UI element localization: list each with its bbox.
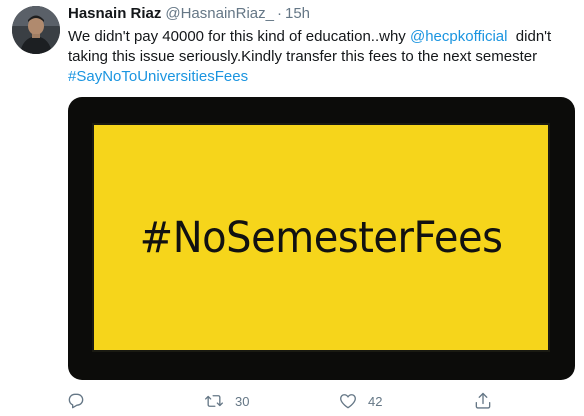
tweet-text-line-1: We didn't pay 40000 for this kind of edu… xyxy=(68,27,573,47)
author-handle[interactable]: @HasnainRiaz_ xyxy=(165,5,274,22)
retweet-button[interactable]: 30 xyxy=(203,390,249,412)
avatar-image xyxy=(12,6,60,54)
heart-icon xyxy=(340,394,356,409)
mention-link[interactable]: @hecpkofficial xyxy=(410,28,508,45)
retweet-count: 30 xyxy=(235,393,250,409)
tweet-text-line-2: taking this issue seriously.Kindly trans… xyxy=(68,48,538,65)
reply-button[interactable] xyxy=(66,390,86,412)
like-button[interactable]: 42 xyxy=(338,390,382,412)
tweet[interactable]: Hasnain Riaz @HasnainRiaz_ · 15h We didn't … xyxy=(0,0,584,416)
image-text: #NoSemesterFees xyxy=(139,212,503,263)
tweet-content: Hasnain Riaz @HasnainRiaz_ · 15h We didn't … xyxy=(68,4,573,87)
avatar[interactable] xyxy=(12,6,60,54)
tweet-text-part-1: We didn't pay 40000 for this kind of edu… xyxy=(68,28,410,45)
image-yellow-panel: #NoSemesterFees xyxy=(92,123,550,352)
tweet-text: We didn't pay 40000 for this kind of edu… xyxy=(68,27,573,87)
tweet-text-part-2: didn't xyxy=(507,28,552,45)
like-count: 42 xyxy=(368,393,383,409)
tweet-actions: 30 42 xyxy=(58,390,518,412)
separator: · xyxy=(277,5,282,22)
share-button[interactable] xyxy=(473,390,493,412)
share-icon xyxy=(475,392,491,409)
tweet-time[interactable]: 15h xyxy=(285,5,310,22)
retweet-icon xyxy=(205,395,223,407)
tweet-image[interactable]: #NoSemesterFees xyxy=(68,97,575,380)
tweet-header: Hasnain Riaz @HasnainRiaz_ · 15h xyxy=(68,4,573,24)
author-name[interactable]: Hasnain Riaz xyxy=(68,5,161,22)
reply-icon xyxy=(68,393,84,409)
hashtag-link[interactable]: #SayNoToUniversitiesFees xyxy=(68,67,573,87)
